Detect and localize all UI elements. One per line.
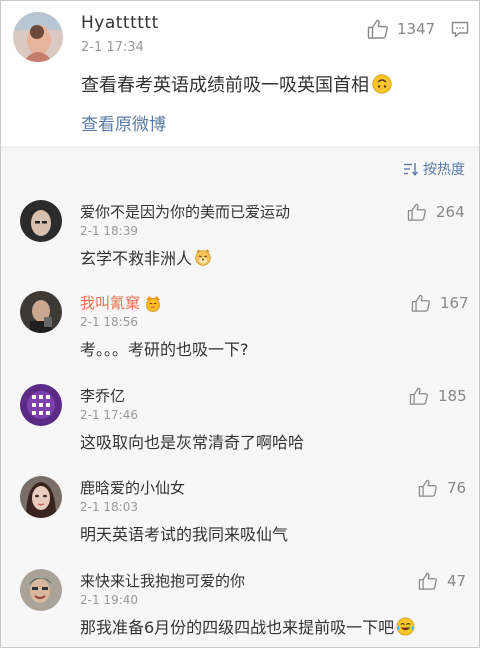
commenter-avatar[interactable] xyxy=(20,291,62,333)
comment-item: 鹿晗爱的小仙女 2-1 18:03 76 明天英语考试的我同来吸仙气 xyxy=(1,476,479,566)
comment-item: 我叫氰窠 2-1 18:56 167 考。。。考研的也吸一下? xyxy=(1,291,479,381)
thumbs-up-icon xyxy=(409,387,428,405)
post-author-avatar[interactable] xyxy=(13,12,63,62)
commenter-name-text: 我叫氰窠 xyxy=(80,294,141,312)
comment-like-count: 167 xyxy=(440,294,469,312)
post-like-count: 1347 xyxy=(397,20,436,38)
comment-item: 李乔亿 2-1 17:46 185 这吸取向也是灰常清奇了啊哈哈 xyxy=(1,384,479,474)
post-time: 2-1 17:34 xyxy=(81,40,144,55)
post-author-name[interactable]: Hyatttttt xyxy=(81,13,159,33)
comment-like-button[interactable]: 167 xyxy=(411,294,469,312)
sort-label: 按热度 xyxy=(423,162,465,178)
commenter-name[interactable]: 鹿晗爱的小仙女 xyxy=(80,477,185,498)
upside-down-face-emoji xyxy=(372,74,392,94)
comment-time: 2-1 19:40 xyxy=(80,593,138,607)
comment-list: 按热度 爱你不是因为你的美而已爱运动 2-1 18:39 264 玄学不救非洲人… xyxy=(1,151,479,647)
sort-icon xyxy=(404,163,419,176)
comment-text: 明天英语考试的我同来吸仙气 xyxy=(80,521,288,545)
comment-text: 这吸取向也是灰常清奇了啊哈哈 xyxy=(80,429,304,453)
comment-time: 2-1 18:03 xyxy=(80,500,138,514)
thumbs-up-icon xyxy=(418,479,437,497)
comment-like-button[interactable]: 76 xyxy=(418,479,466,497)
commenter-name[interactable]: 爱你不是因为你的美而已爱运动 xyxy=(80,201,290,222)
comment-like-button[interactable]: 47 xyxy=(418,572,466,590)
commenter-avatar[interactable] xyxy=(20,569,62,611)
comment-time: 2-1 18:39 xyxy=(80,224,138,238)
weibo-comment-screen: Hyatttttt 2-1 17:34 1347 查看春考英语成绩前吸一吸英国首… xyxy=(0,0,480,648)
comment-text: 那我准备6月份的四级四战也来提前吸一下吧 xyxy=(80,614,415,638)
comment-item: 来快来让我抱抱可爱的你 2-1 19:40 47 那我准备6月份的四级四战也来提… xyxy=(1,569,479,647)
comment-like-count: 47 xyxy=(447,572,467,590)
comment-text-content: 考。。。考研的也吸一下? xyxy=(80,340,249,359)
comment-like-count: 264 xyxy=(436,203,465,221)
comment-time: 2-1 18:56 xyxy=(80,315,138,329)
commenter-avatar[interactable] xyxy=(20,200,62,242)
laughing-tears-emoji xyxy=(396,617,415,635)
view-original-link[interactable]: 查看原微博 xyxy=(81,110,166,135)
sort-by-hot-button[interactable]: 按热度 xyxy=(403,159,465,179)
comment-like-button[interactable]: 185 xyxy=(409,387,467,405)
dog-face-emoji xyxy=(195,249,211,266)
comment-time: 2-1 17:46 xyxy=(80,408,138,422)
comment-text-content: 玄学不救非洲人 xyxy=(80,249,193,268)
comment-text-content: 那我准备6月份的四级四战也来提前吸一下吧 xyxy=(80,618,395,637)
original-post: Hyatttttt 2-1 17:34 1347 查看春考英语成绩前吸一吸英国首… xyxy=(1,1,479,146)
comment-like-count: 76 xyxy=(447,479,467,497)
comment-icon[interactable] xyxy=(451,21,469,42)
thumbs-up-icon xyxy=(411,294,430,312)
commenter-name[interactable]: 来快来让我抱抱可爱的你 xyxy=(80,570,245,591)
comment-text-content: 这吸取向也是灰常清奇了啊哈哈 xyxy=(80,433,305,452)
commenter-avatar[interactable] xyxy=(20,476,62,518)
post-like-button[interactable]: 1347 xyxy=(367,19,435,39)
thumbs-up-icon xyxy=(407,203,426,221)
comment-item: 爱你不是因为你的美而已爱运动 2-1 18:39 264 玄学不救非洲人 xyxy=(1,200,479,290)
commenter-name[interactable]: 我叫氰窠 xyxy=(80,292,163,313)
thumbs-up-icon xyxy=(367,19,388,39)
commenter-avatar[interactable] xyxy=(20,384,62,426)
vip-badge xyxy=(146,295,161,312)
comment-like-button[interactable]: 264 xyxy=(407,203,465,221)
comment-like-count: 185 xyxy=(438,387,467,405)
comment-text: 考。。。考研的也吸一下? xyxy=(80,336,249,360)
post-text-content: 查看春考英语成绩前吸一吸英国首相 xyxy=(81,75,369,96)
comment-text: 玄学不救非洲人 xyxy=(80,245,212,269)
comment-text-content: 明天英语考试的我同来吸仙气 xyxy=(80,525,289,544)
commenter-name[interactable]: 李乔亿 xyxy=(80,385,125,406)
thumbs-up-icon xyxy=(418,572,437,590)
post-text: 查看春考英语成绩前吸一吸英国首相 xyxy=(81,71,392,97)
